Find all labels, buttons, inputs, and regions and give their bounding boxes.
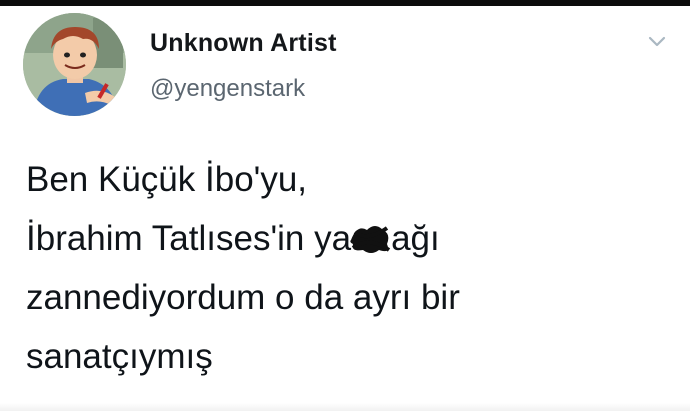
tweet-line-2-end: ağı bbox=[391, 219, 440, 258]
scribble-redaction-icon bbox=[350, 226, 391, 253]
cartoon-avatar-icon bbox=[23, 13, 126, 116]
tweet-line-4: sanatçıymış bbox=[26, 337, 213, 376]
tweet-line-3: zannediyordum o da ayrı bir bbox=[26, 278, 460, 317]
tweet-line-2: İbrahim Tatlıses'in ya ağı bbox=[26, 209, 676, 268]
handle[interactable]: @yengenstark bbox=[150, 75, 305, 103]
display-name[interactable]: Unknown Artist bbox=[150, 29, 337, 58]
bottom-edge bbox=[0, 403, 690, 411]
tweet-card: Unknown Artist @yengenstark Ben Küçük İb… bbox=[0, 6, 690, 411]
tweet-text: Ben Küçük İbo'yu, İbrahim Tatlıses'in ya… bbox=[26, 150, 676, 386]
tweet-line-2-start: İbrahim Tatlıses'in ya bbox=[26, 219, 352, 258]
avatar[interactable] bbox=[23, 13, 126, 116]
tweet-menu-button[interactable] bbox=[646, 34, 668, 50]
chevron-down-icon bbox=[648, 36, 666, 47]
tweet-line-1: Ben Küçük İbo'yu, bbox=[26, 160, 308, 199]
